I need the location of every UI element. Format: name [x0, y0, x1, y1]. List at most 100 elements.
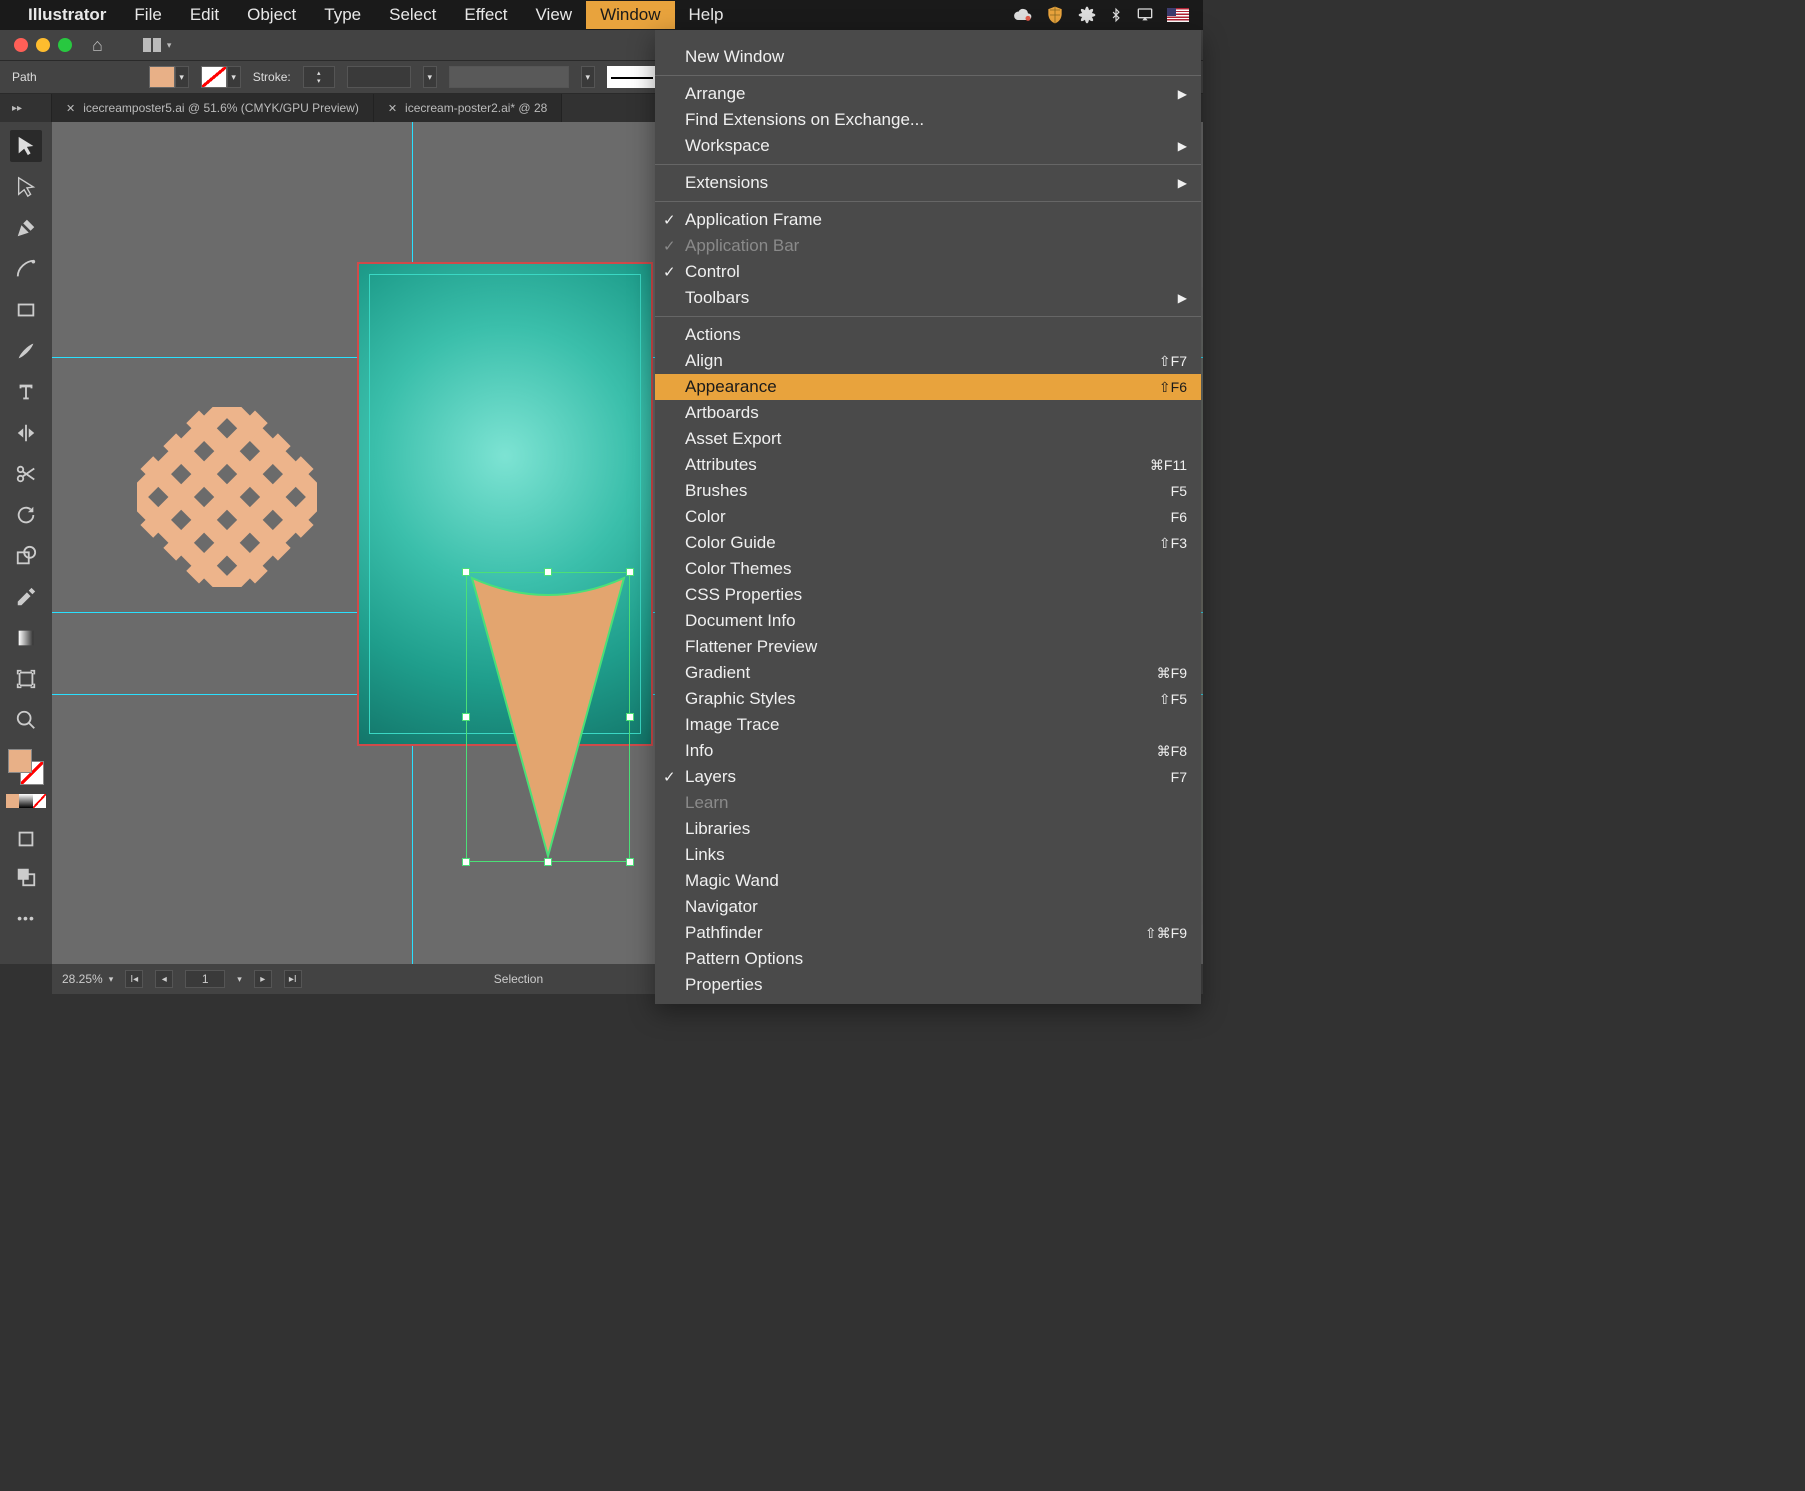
menu-item-extensions[interactable]: Extensions▶ [655, 170, 1201, 196]
menu-edit[interactable]: Edit [176, 1, 233, 29]
brush-definition[interactable] [449, 66, 569, 88]
resize-handle[interactable] [544, 568, 552, 576]
artboard-number[interactable]: 1 [185, 970, 225, 988]
rotate-tool[interactable] [10, 499, 42, 531]
edit-toolbar-icon[interactable]: ••• [10, 902, 42, 934]
menu-item-workspace[interactable]: Workspace▶ [655, 133, 1201, 159]
menu-item-brushes[interactable]: BrushesF5 [655, 478, 1201, 504]
zoom-value[interactable]: 28.25% [62, 972, 103, 986]
arrange-documents-button[interactable]: ▾ [143, 38, 172, 52]
selection-tool[interactable] [10, 130, 42, 162]
menu-item-align[interactable]: Align⇧F7 [655, 348, 1201, 374]
resize-handle[interactable] [626, 858, 634, 866]
direct-selection-tool[interactable] [10, 171, 42, 203]
window-close-button[interactable] [14, 38, 28, 52]
stroke-weight-stepper[interactable]: ▴▾ [303, 66, 335, 88]
menu-item-document-info[interactable]: Document Info [655, 608, 1201, 634]
type-tool[interactable] [10, 376, 42, 408]
menu-item-info[interactable]: Info⌘F8 [655, 738, 1201, 764]
resize-handle[interactable] [544, 858, 552, 866]
menu-item-links[interactable]: Links [655, 842, 1201, 868]
scissors-tool[interactable] [10, 458, 42, 490]
menu-object[interactable]: Object [233, 1, 310, 29]
eyedropper-tool[interactable] [10, 581, 42, 613]
fill-stroke-indicator[interactable] [8, 749, 44, 785]
bounding-box[interactable] [466, 572, 630, 862]
fill-box[interactable] [8, 749, 32, 773]
document-tab[interactable]: ✕ icecream-poster2.ai* @ 28 [374, 94, 562, 122]
fill-swatch[interactable] [149, 66, 175, 88]
vwp-dropdown[interactable]: ▾ [423, 66, 437, 88]
menu-select[interactable]: Select [375, 1, 450, 29]
menu-item-attributes[interactable]: Attributes⌘F11 [655, 452, 1201, 478]
stroke-swatch[interactable] [201, 66, 227, 88]
menu-effect[interactable]: Effect [450, 1, 521, 29]
selected-object[interactable] [466, 572, 630, 862]
reflect-tool[interactable] [10, 417, 42, 449]
brush-dropdown[interactable]: ▾ [581, 66, 595, 88]
resize-handle[interactable] [462, 858, 470, 866]
menu-item-artboards[interactable]: Artboards [655, 400, 1201, 426]
menu-item-layers[interactable]: ✓LayersF7 [655, 764, 1201, 790]
gradient-tool[interactable] [10, 622, 42, 654]
menu-view[interactable]: View [522, 1, 587, 29]
menu-item-flattener-preview[interactable]: Flattener Preview [655, 634, 1201, 660]
menu-item-new-window[interactable]: New Window [655, 44, 1201, 70]
draw-normal-icon[interactable] [10, 823, 42, 855]
menu-item-libraries[interactable]: Libraries [655, 816, 1201, 842]
zoom-dropdown-icon[interactable]: ▾ [109, 974, 114, 985]
menu-item-color[interactable]: ColorF6 [655, 504, 1201, 530]
menu-item-properties[interactable]: Properties [655, 972, 1201, 998]
color-mode-switches[interactable] [6, 794, 46, 808]
zoom-tool[interactable] [10, 704, 42, 736]
menu-item-control[interactable]: ✓Control [655, 259, 1201, 285]
close-tab-icon[interactable]: ✕ [388, 102, 397, 115]
prev-artboard-button[interactable]: ◂ [155, 970, 173, 988]
close-tab-icon[interactable]: ✕ [66, 102, 75, 115]
artboard-tool[interactable] [10, 663, 42, 695]
menu-item-navigator[interactable]: Navigator [655, 894, 1201, 920]
menu-item-actions[interactable]: Actions [655, 322, 1201, 348]
rectangle-tool[interactable] [10, 294, 42, 326]
menu-item-color-themes[interactable]: Color Themes [655, 556, 1201, 582]
resize-handle[interactable] [626, 713, 634, 721]
menu-item-image-trace[interactable]: Image Trace [655, 712, 1201, 738]
window-minimize-button[interactable] [36, 38, 50, 52]
menu-window[interactable]: Window [586, 1, 674, 29]
stroke-style[interactable] [607, 66, 657, 88]
menu-file[interactable]: File [120, 1, 175, 29]
menu-type[interactable]: Type [310, 1, 375, 29]
shield-icon[interactable] [1045, 5, 1065, 25]
menu-item-toolbars[interactable]: Toolbars▶ [655, 285, 1201, 311]
menu-help[interactable]: Help [675, 1, 738, 29]
pen-tool[interactable] [10, 212, 42, 244]
menu-item-pattern-options[interactable]: Pattern Options [655, 946, 1201, 972]
menu-item-asset-export[interactable]: Asset Export [655, 426, 1201, 452]
next-artboard-button[interactable]: ▸ [254, 970, 272, 988]
menu-item-magic-wand[interactable]: Magic Wand [655, 868, 1201, 894]
resize-handle[interactable] [462, 568, 470, 576]
menu-item-css-properties[interactable]: CSS Properties [655, 582, 1201, 608]
menu-item-find-extensions-on-exchange[interactable]: Find Extensions on Exchange... [655, 107, 1201, 133]
document-tab[interactable]: ✕ icecreamposter5.ai @ 51.6% (CMYK/GPU P… [52, 94, 374, 122]
menu-item-appearance[interactable]: Appearance⇧F6 [655, 374, 1201, 400]
first-artboard-button[interactable]: I◂ [125, 970, 143, 988]
app-name[interactable]: Illustrator [28, 5, 106, 25]
fill-dropdown[interactable]: ▾ [175, 66, 189, 88]
artboard-dropdown-icon[interactable]: ▾ [237, 974, 242, 985]
menu-item-gradient[interactable]: Gradient⌘F9 [655, 660, 1201, 686]
fan-icon[interactable] [1077, 5, 1097, 25]
window-zoom-button[interactable] [58, 38, 72, 52]
resize-handle[interactable] [626, 568, 634, 576]
draw-behind-icon[interactable] [10, 861, 42, 893]
variable-width-profile[interactable] [347, 66, 411, 88]
stroke-dropdown[interactable]: ▾ [227, 66, 241, 88]
flag-icon[interactable] [1167, 8, 1189, 22]
paintbrush-tool[interactable] [10, 335, 42, 367]
home-icon[interactable]: ⌂ [92, 35, 103, 56]
shape-builder-tool[interactable] [10, 540, 42, 572]
menu-item-graphic-styles[interactable]: Graphic Styles⇧F5 [655, 686, 1201, 712]
menu-item-color-guide[interactable]: Color Guide⇧F3 [655, 530, 1201, 556]
creative-cloud-icon[interactable] [1013, 5, 1033, 25]
expand-panels-icon[interactable]: ▸▸ [0, 94, 52, 122]
